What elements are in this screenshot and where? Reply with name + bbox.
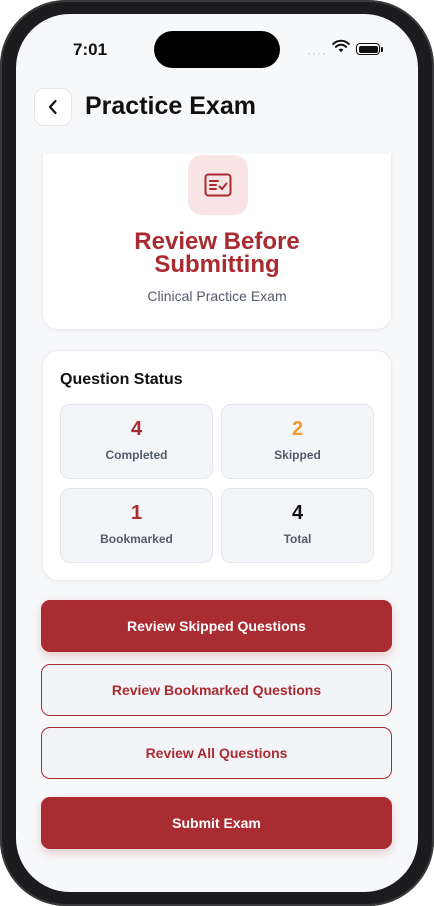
cellular-signal-icon: ···· xyxy=(307,46,327,60)
battery-icon xyxy=(356,43,380,55)
review-icon-badge xyxy=(188,155,248,215)
battery-tip xyxy=(381,47,383,52)
review-title: Review Before Submitting xyxy=(43,228,391,278)
status-time: 7:01 xyxy=(73,40,108,59)
submit-exam-button[interactable]: Submit Exam xyxy=(41,797,392,849)
review-all-button[interactable]: Review All Questions xyxy=(41,727,392,779)
dynamic-island xyxy=(154,31,280,68)
stat-value: 1 xyxy=(130,502,143,524)
scroll-content[interactable]: Review Before Submitting Clinical Practi… xyxy=(16,154,418,892)
phone-frame: 7:01 ···· Practice Exam Review Before Su… xyxy=(0,0,434,906)
question-status-card: Question Status 4 Completed 2 Skipped 1 … xyxy=(42,350,392,581)
stat-label: Completed xyxy=(105,448,168,462)
stat-value: 4 xyxy=(291,502,304,524)
review-title-line-2: Submitting xyxy=(154,251,280,278)
stat-value: 4 xyxy=(130,418,143,440)
stat-label: Total xyxy=(283,532,312,546)
stat-label: Skipped xyxy=(274,448,321,462)
wifi-icon xyxy=(332,39,350,53)
question-status-title: Question Status xyxy=(60,371,183,388)
screen: 7:01 ···· Practice Exam Review Before Su… xyxy=(16,14,418,892)
stat-label: Bookmarked xyxy=(100,532,173,546)
checklist-icon xyxy=(204,173,232,197)
back-button[interactable] xyxy=(34,88,72,126)
app-header: Practice Exam xyxy=(16,76,418,154)
stat-bookmarked: 1 Bookmarked xyxy=(60,488,213,563)
stat-value: 2 xyxy=(291,418,304,440)
exam-name: Clinical Practice Exam xyxy=(147,288,287,304)
review-title-line-1: Review Before xyxy=(134,228,300,255)
stat-skipped: 2 Skipped xyxy=(221,404,374,479)
status-bar: 7:01 ···· xyxy=(16,14,418,76)
review-skipped-button[interactable]: Review Skipped Questions xyxy=(41,600,392,652)
review-bookmarked-button[interactable]: Review Bookmarked Questions xyxy=(41,664,392,716)
review-summary-card: Review Before Submitting Clinical Practi… xyxy=(42,154,392,330)
page-title: Practice Exam xyxy=(85,92,256,120)
stat-completed: 4 Completed xyxy=(60,404,213,479)
chevron-left-icon xyxy=(48,99,57,115)
stat-total: 4 Total xyxy=(221,488,374,563)
